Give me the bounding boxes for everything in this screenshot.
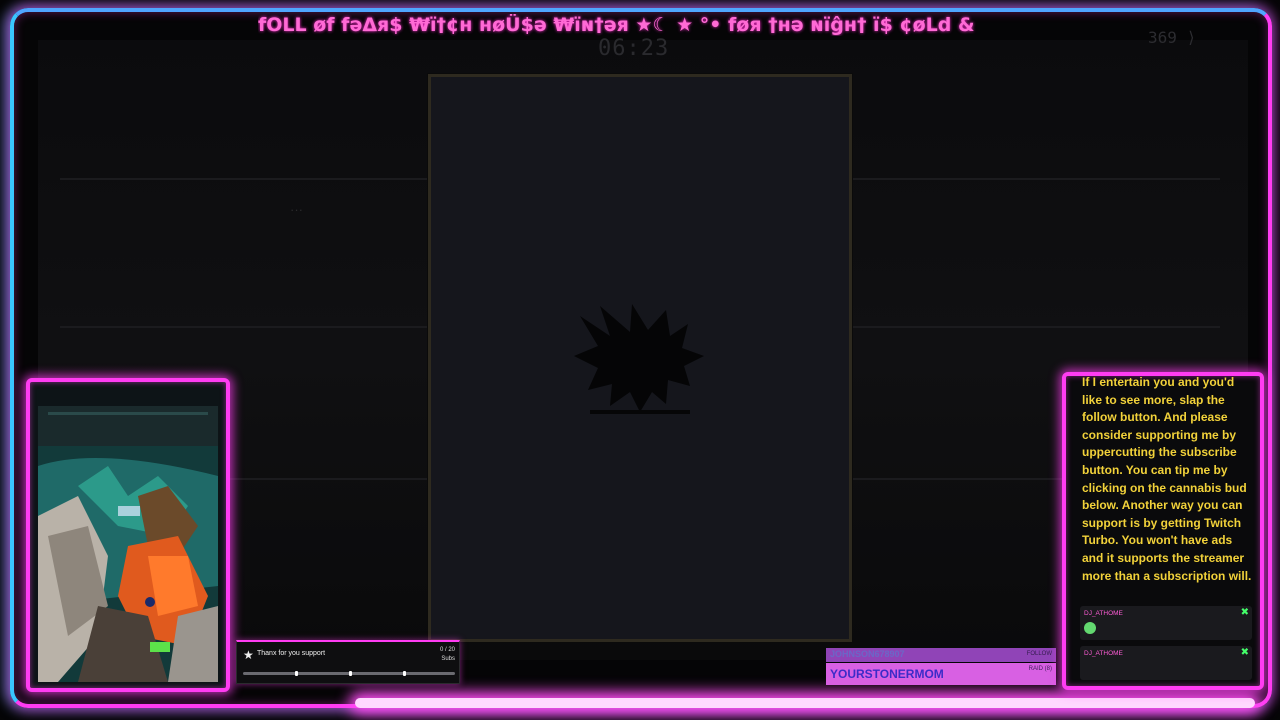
follow-tag: FOLLOW xyxy=(1026,651,1052,657)
emote-icon xyxy=(1084,622,1096,634)
badge-icon: ✖ xyxy=(1240,647,1249,658)
goal-tick xyxy=(349,671,352,676)
scrolling-marquee: fOLL øf fəΔя$ ₩ï†¢н нøÜ$ə ₩ïɴ†əя ★☾ ★ °•… xyxy=(258,14,975,36)
goal-tick xyxy=(403,671,406,676)
badge-icon: ✖ xyxy=(1240,607,1249,618)
chat-entry: DJ_ATHOME ✖ xyxy=(1080,646,1252,680)
webcam-feed xyxy=(38,406,218,682)
bottom-neon-glow xyxy=(355,698,1255,708)
goal-count: 0 / 20 Subs xyxy=(440,646,455,664)
latest-follower-bar: JOHNSON678907 FOLLOW xyxy=(826,648,1056,662)
goal-unit: Subs xyxy=(441,656,455,662)
goal-label: Thanx for you support xyxy=(257,650,326,657)
goal-progress-track xyxy=(243,671,455,676)
goal-count-value: 0 / 20 xyxy=(439,647,455,653)
webcam-panel xyxy=(26,378,230,692)
chat-username: DJ_ATHOME xyxy=(1084,650,1123,657)
latest-raid-bar: YOURSTONERMOM RAID (8) xyxy=(826,663,1056,685)
chat-panel: If I entertain you and you'd like to see… xyxy=(1062,372,1264,690)
chat-entry: DJ_ATHOME ✖ xyxy=(1080,606,1252,640)
goal-tick xyxy=(295,671,298,676)
star-icon: ★ xyxy=(243,648,254,662)
follower-name: JOHNSON678907 xyxy=(830,649,905,659)
chat-username: DJ_ATHOME xyxy=(1084,610,1123,617)
chat-message: If I entertain you and you'd like to see… xyxy=(1082,375,1252,583)
raider-name: YOURSTONERMOM xyxy=(830,667,944,681)
raid-tag: RAID (8) xyxy=(1028,666,1052,672)
sub-goal-widget: ★ Thanx for you support 0 / 20 Subs xyxy=(236,640,460,684)
